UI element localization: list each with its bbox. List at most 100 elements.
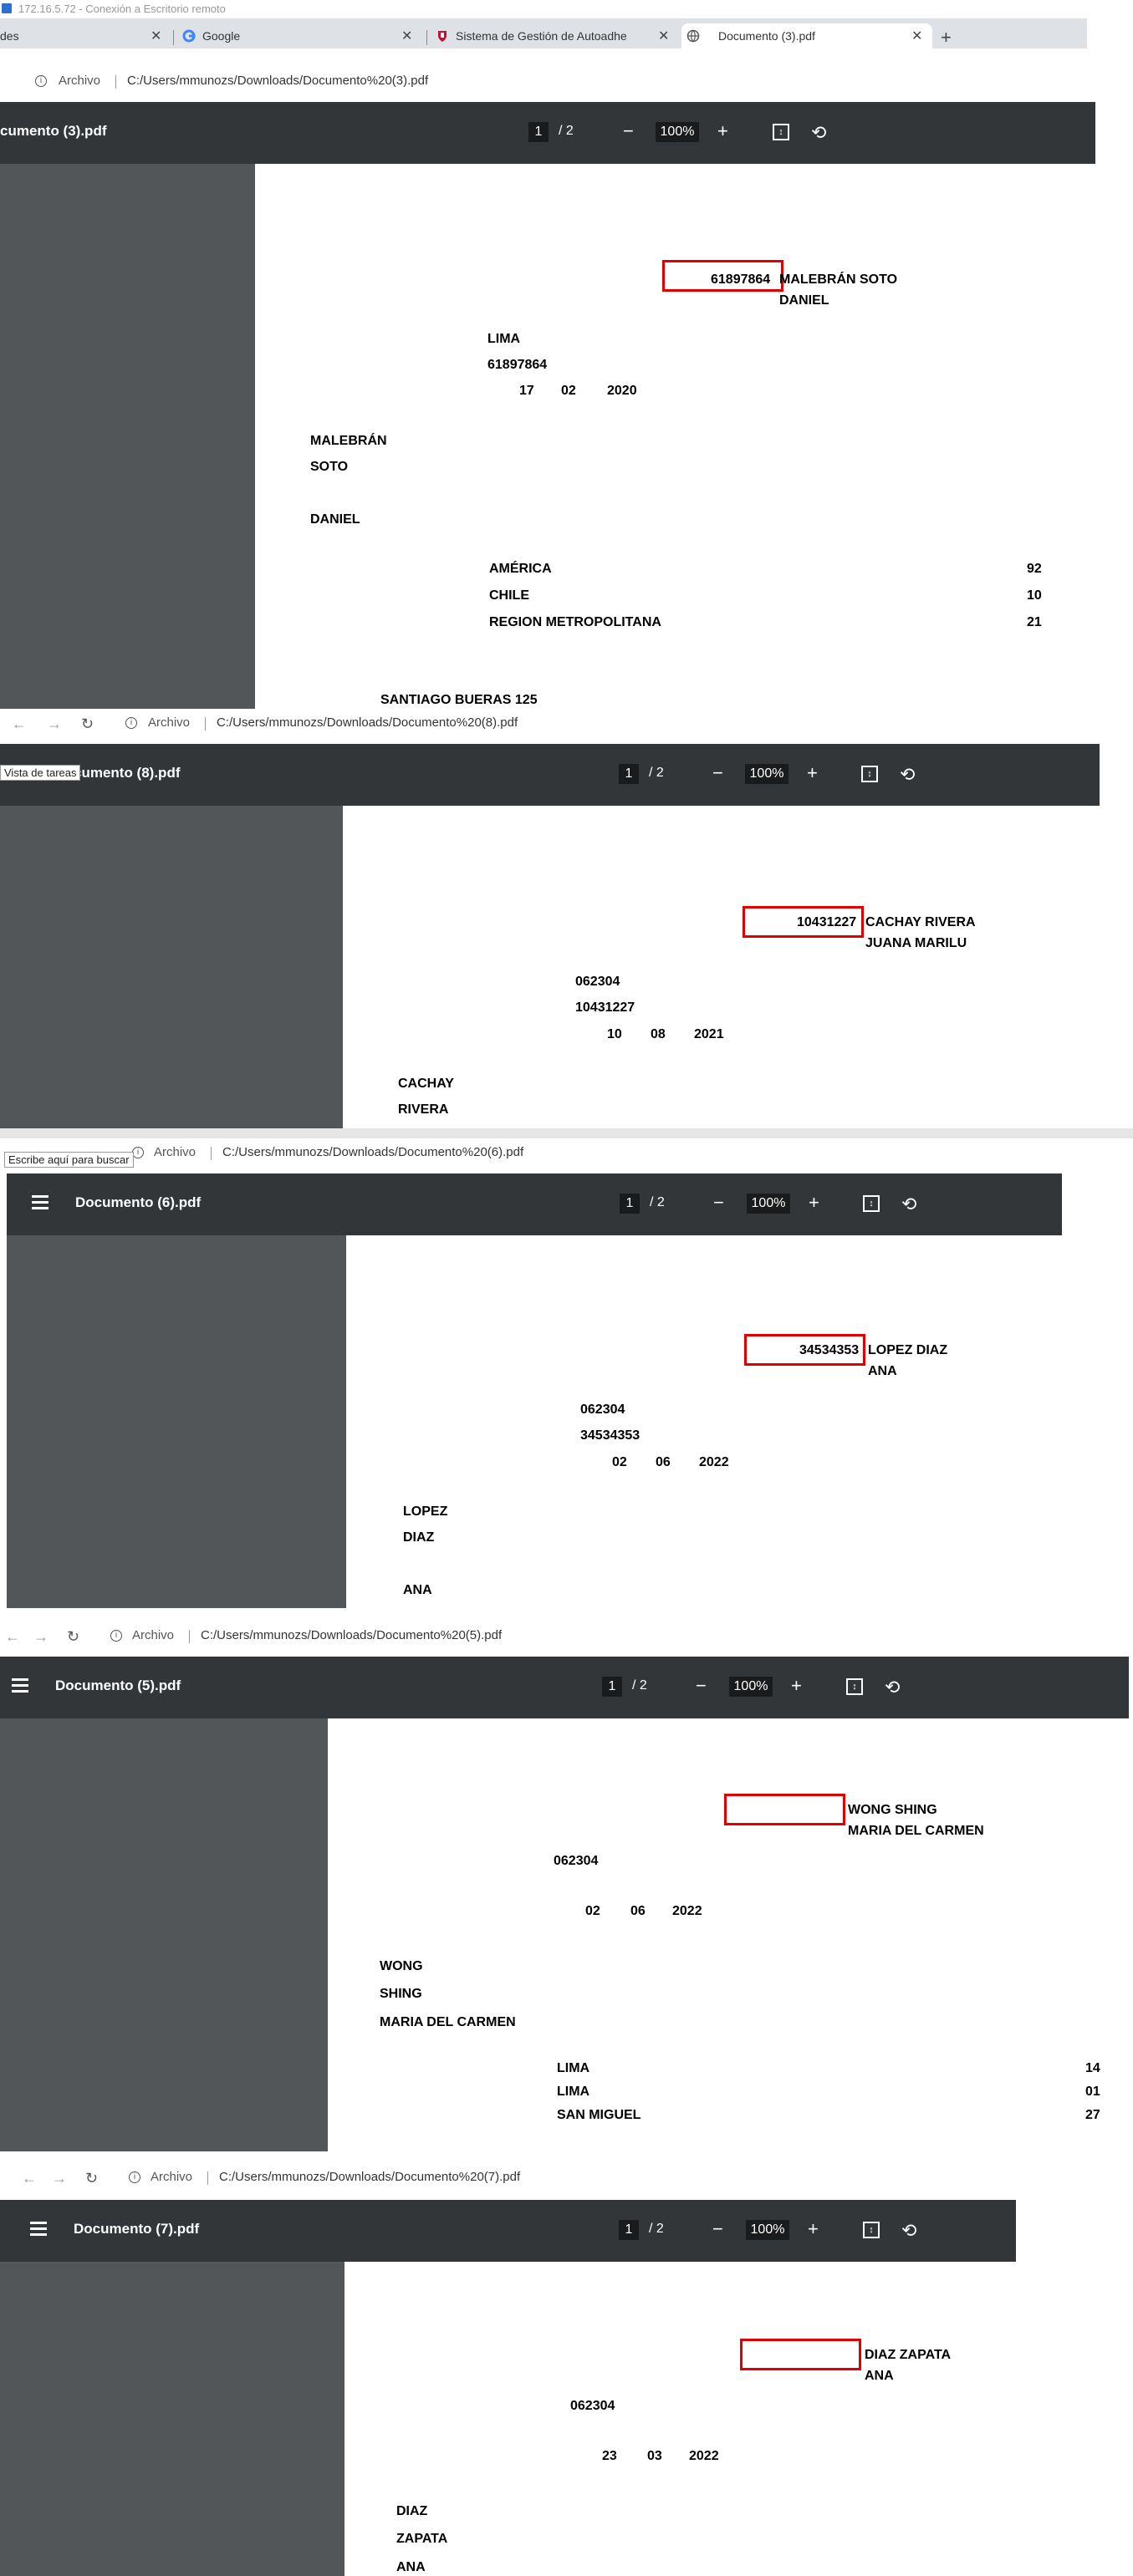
tab-documento-3[interactable]: Documento (3).pdf ✕ bbox=[681, 23, 932, 48]
doc-day: 10 bbox=[607, 1027, 622, 1041]
page-total: / 2 bbox=[649, 2222, 664, 2237]
pdf-sidebar bbox=[0, 2262, 344, 2576]
page-number-input[interactable]: 1 bbox=[528, 122, 549, 142]
zoom-in-button[interactable]: + bbox=[808, 2218, 819, 2240]
tab-label: Sistema de Gestión de Autoadhe bbox=[456, 29, 627, 43]
info-icon[interactable]: i bbox=[110, 1630, 122, 1642]
zoom-out-button[interactable]: − bbox=[712, 2218, 723, 2240]
pdf-page: WONG SHING MARIA DEL CARMEN 062304 02 06… bbox=[328, 1718, 1133, 2151]
zoom-out-button[interactable]: − bbox=[712, 762, 723, 784]
doc-month: 02 bbox=[561, 384, 576, 398]
menu-icon[interactable] bbox=[32, 1195, 48, 1213]
address-bar[interactable]: i Archivo C:/Users/mmunozs/Downloads/Doc… bbox=[7, 1138, 1062, 1168]
fit-page-icon[interactable]: ↕ bbox=[773, 124, 789, 140]
back-icon[interactable]: ← bbox=[12, 715, 27, 733]
rotate-icon[interactable]: ⟲ bbox=[900, 764, 915, 786]
new-tab-button[interactable]: + bbox=[941, 27, 952, 48]
info-icon[interactable]: i bbox=[125, 717, 137, 729]
zoom-out-button[interactable]: − bbox=[713, 1192, 724, 1214]
fit-page-icon[interactable]: ↕ bbox=[863, 1195, 880, 1212]
address-url[interactable]: C:/Users/mmunozs/Downloads/Documento%20(… bbox=[219, 2170, 520, 2184]
zoom-level[interactable]: 100% bbox=[729, 1677, 773, 1697]
pdf-page: 34534353 LOPEZ DIAZ ANA 062304 34534353 … bbox=[346, 1235, 1062, 1608]
forward-icon[interactable]: → bbox=[47, 715, 62, 733]
zoom-out-button[interactable]: − bbox=[623, 120, 634, 142]
zoom-in-button[interactable]: + bbox=[807, 762, 818, 784]
doc-text: SANTIAGO BUERAS 125 bbox=[380, 693, 538, 707]
zoom-out-button[interactable]: − bbox=[696, 1675, 707, 1697]
fit-page-icon[interactable]: ↕ bbox=[861, 766, 878, 782]
page-number-input[interactable]: 1 bbox=[602, 1677, 622, 1697]
close-icon[interactable]: ✕ bbox=[911, 28, 922, 44]
doc-names: DANIEL bbox=[779, 293, 829, 308]
reload-icon[interactable]: ↻ bbox=[85, 2170, 98, 2187]
tab-google[interactable]: Google ✕ bbox=[177, 23, 424, 48]
address-bar[interactable]: ← → ↻ i Archivo C:/Users/mmunozs/Downloa… bbox=[0, 1621, 1129, 1652]
info-icon[interactable]: i bbox=[35, 75, 47, 87]
rotate-icon[interactable]: ⟲ bbox=[811, 122, 826, 144]
tab-sistema[interactable]: Sistema de Gestión de Autoadhe ✕ bbox=[431, 23, 677, 48]
doc-text: SHING bbox=[380, 1987, 422, 2001]
address-url[interactable]: C:/Users/mmunozs/Downloads/Documento%20(… bbox=[217, 715, 518, 730]
tab-1[interactable]: des ✕ bbox=[0, 23, 171, 48]
page-number-input[interactable]: 1 bbox=[620, 1194, 640, 1214]
address-separator bbox=[205, 717, 206, 731]
forward-icon[interactable]: → bbox=[33, 1628, 48, 1646]
rotate-icon[interactable]: ⟲ bbox=[901, 2220, 916, 2242]
close-icon[interactable]: ✕ bbox=[401, 28, 412, 44]
zoom-level[interactable]: 100% bbox=[746, 2220, 789, 2240]
page-number-input[interactable]: 1 bbox=[619, 2220, 639, 2240]
pdf-page: DIAZ ZAPATA ANA 062304 23 03 2022 DIAZ Z… bbox=[344, 2262, 1016, 2576]
tab-label: des bbox=[0, 29, 19, 43]
zoom-in-button[interactable]: + bbox=[717, 120, 728, 142]
reload-icon[interactable]: ↻ bbox=[81, 715, 94, 733]
address-bar[interactable]: ← → ↻ i Archivo C:/Users/mmunozs/Downloa… bbox=[0, 709, 1100, 739]
close-icon[interactable]: ✕ bbox=[151, 28, 161, 44]
back-icon[interactable]: ← bbox=[22, 2170, 37, 2187]
doc-id: 10431227 bbox=[797, 915, 857, 929]
zoom-in-button[interactable]: + bbox=[791, 1675, 802, 1697]
doc-text: 062304 bbox=[580, 1403, 625, 1417]
doc-fullname: WONG SHING bbox=[848, 1803, 937, 1817]
search-tooltip: Escribe aquí para buscar bbox=[4, 1152, 134, 1168]
rotate-icon[interactable]: ⟲ bbox=[901, 1194, 916, 1215]
address-separator bbox=[207, 2171, 208, 2185]
back-icon[interactable]: ← bbox=[5, 1628, 20, 1646]
pdf-toolbar: Documento (7).pdf 1 / 2 − 100% + ↕ ⟲ bbox=[0, 2200, 1016, 2262]
page-number-input[interactable]: 1 bbox=[619, 764, 639, 784]
doc-text: SOTO bbox=[310, 460, 349, 474]
fit-page-icon[interactable]: ↕ bbox=[863, 2222, 880, 2238]
zoom-in-button[interactable]: + bbox=[809, 1192, 819, 1214]
info-icon[interactable]: i bbox=[132, 1147, 144, 1158]
forward-icon[interactable]: → bbox=[52, 2170, 67, 2187]
zoom-level[interactable]: 100% bbox=[745, 764, 789, 784]
taskview-tooltip: Vista de tareas bbox=[0, 765, 81, 781]
page-count: 2 bbox=[656, 1195, 665, 1209]
zoom-level[interactable]: 100% bbox=[656, 122, 699, 142]
doc-month: 03 bbox=[647, 2449, 662, 2463]
doc-fullname: LOPEZ DIAZ bbox=[868, 1343, 948, 1357]
address-bar[interactable]: i Archivo C:/Users/mmunozs/Downloads/Doc… bbox=[0, 67, 1095, 97]
address-bar[interactable]: ← → ↻ i Archivo C:/Users/mmunozs/Downloa… bbox=[0, 2163, 1016, 2193]
info-icon[interactable]: i bbox=[129, 2171, 140, 2183]
doc-id: 61897864 bbox=[711, 272, 771, 287]
address-url[interactable]: C:/Users/mmunozs/Downloads/Documento%20(… bbox=[222, 1145, 523, 1159]
doc-code: 14 bbox=[1085, 2061, 1100, 2075]
doc-text: ANA bbox=[396, 2560, 426, 2574]
fit-page-icon[interactable]: ↕ bbox=[846, 1678, 863, 1695]
rotate-icon[interactable]: ⟲ bbox=[885, 1677, 900, 1698]
address-url[interactable]: C:/Users/mmunozs/Downloads/Documento%20(… bbox=[201, 1628, 502, 1642]
page-count: 2 bbox=[639, 1678, 647, 1693]
address-url[interactable]: C:/Users/mmunozs/Downloads/Documento%20(… bbox=[127, 74, 428, 88]
doc-year: 2022 bbox=[699, 1455, 729, 1469]
reload-icon[interactable]: ↻ bbox=[67, 1628, 79, 1646]
menu-icon[interactable] bbox=[12, 1678, 28, 1696]
zoom-level[interactable]: 100% bbox=[747, 1194, 790, 1214]
page-count: 2 bbox=[656, 2222, 664, 2236]
doc-text: MALEBRÁN bbox=[310, 434, 387, 448]
menu-icon[interactable] bbox=[30, 2222, 47, 2239]
doc-text: CHILE bbox=[489, 588, 529, 603]
doc-text: 10431227 bbox=[575, 1000, 635, 1015]
doc-text: 34534353 bbox=[580, 1428, 641, 1443]
close-icon[interactable]: ✕ bbox=[658, 28, 669, 44]
